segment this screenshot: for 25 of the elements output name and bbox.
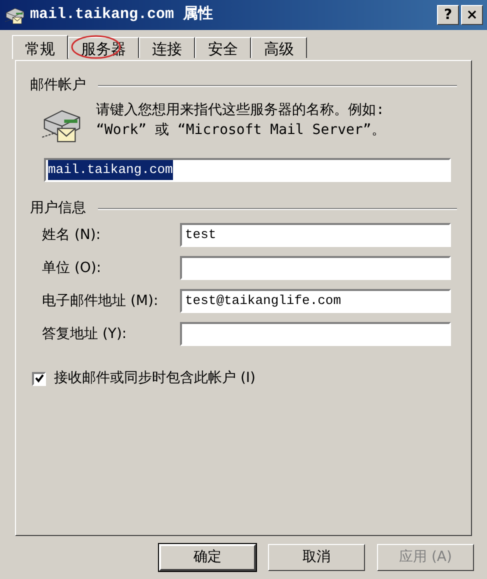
- help-button[interactable]: ?: [437, 5, 459, 25]
- group-heading: 邮件帐户: [30, 76, 86, 95]
- tab[interactable]: 安全: [195, 36, 251, 58]
- input-field[interactable]: [180, 256, 451, 280]
- input-field[interactable]: test: [180, 223, 451, 247]
- field-label: 答复地址 (Y):: [42, 324, 128, 344]
- tab[interactable]: 连接: [139, 36, 195, 58]
- account-name-field[interactable]: mail.taikang.com: [44, 158, 451, 182]
- checkbox-label: 接收邮件或同步时包含此帐户 (I): [54, 369, 256, 388]
- window-title: mail.taikang.com 属性: [30, 4, 214, 25]
- field-label: 单位 (O):: [42, 258, 102, 278]
- group-heading: 用户信息: [30, 199, 86, 218]
- checkbox[interactable]: [32, 372, 46, 386]
- dialog-button[interactable]: 取消: [268, 544, 365, 571]
- close-button[interactable]: ×: [461, 5, 483, 25]
- field-label: 电子邮件地址 (M):: [42, 292, 160, 310]
- input-field[interactable]: test@taikanglife.com: [180, 289, 451, 313]
- input-field[interactable]: [180, 322, 451, 346]
- dialog-button[interactable]: 确定: [159, 544, 256, 571]
- tab[interactable]: 常规: [12, 34, 68, 58]
- mail-icon: [4, 5, 26, 25]
- tab[interactable]: 高级: [251, 36, 307, 58]
- description-text: “Work” 或 “Microsoft Mail Server”。: [96, 121, 386, 140]
- field-label: 姓名 (N):: [42, 226, 102, 244]
- description-text: 请键入您想用来指代这些服务器的名称。例如:: [96, 101, 386, 120]
